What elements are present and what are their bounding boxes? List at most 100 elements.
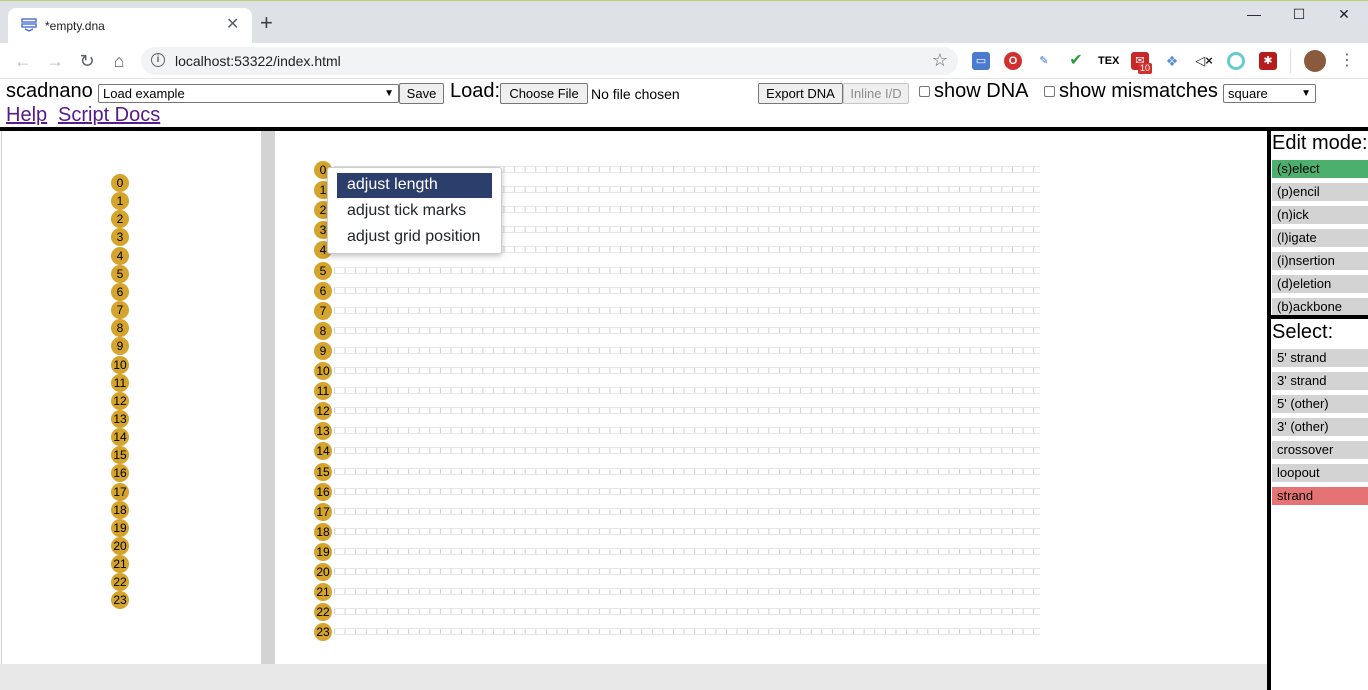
- home-icon[interactable]: ⌂: [108, 50, 130, 72]
- extension-mute-icon[interactable]: ◁×: [1195, 52, 1213, 70]
- window-close-button[interactable]: ✕: [1324, 6, 1364, 28]
- main-helix-circle[interactable]: 22: [314, 603, 332, 622]
- new-tab-button[interactable]: +: [260, 12, 273, 34]
- profile-avatar[interactable]: [1304, 50, 1326, 72]
- bookmark-star-icon[interactable]: ☆: [932, 50, 948, 71]
- main-helix-circle[interactable]: 14: [314, 442, 332, 461]
- edit-mode-s-elect-button[interactable]: (s)elect: [1272, 160, 1368, 178]
- main-helix-circle[interactable]: 19: [314, 542, 332, 561]
- grid-select[interactable]: square ▼: [1223, 84, 1316, 103]
- edit-mode-b-ackbone-button[interactable]: (b)ackbone: [1272, 298, 1368, 316]
- main-helix-line[interactable]: [334, 326, 1040, 334]
- side-helix-circle[interactable]: 7: [111, 301, 129, 320]
- info-icon[interactable]: i: [151, 53, 165, 67]
- main-helix-circle[interactable]: 8: [314, 321, 332, 340]
- side-helix-circle[interactable]: 21: [111, 555, 129, 574]
- main-helix-circle[interactable]: 16: [314, 482, 332, 501]
- extension-red-icon[interactable]: ✱: [1259, 52, 1277, 70]
- side-helix-circle[interactable]: 4: [111, 246, 129, 265]
- main-helix-line[interactable]: [334, 447, 1040, 455]
- side-helix-circle[interactable]: 22: [111, 573, 129, 592]
- side-view-pane[interactable]: [1, 131, 261, 664]
- show-mismatches-checkbox[interactable]: [1044, 86, 1055, 97]
- main-helix-line[interactable]: [334, 427, 1040, 435]
- main-helix-line[interactable]: [334, 266, 1040, 274]
- ctx-adjust-tick-marks[interactable]: adjust tick marks: [337, 199, 492, 224]
- extension-opera-icon[interactable]: O: [1004, 52, 1022, 70]
- browser-tab[interactable]: *empty.dna ✕: [8, 8, 252, 44]
- side-helix-circle[interactable]: 10: [111, 355, 129, 374]
- select-loopout-button[interactable]: loopout: [1272, 464, 1368, 482]
- side-helix-circle[interactable]: 5: [111, 264, 129, 283]
- extension-dropbox-icon[interactable]: ❖: [1163, 52, 1181, 70]
- main-helix-line[interactable]: [334, 407, 1040, 415]
- select-crossover-button[interactable]: crossover: [1272, 441, 1368, 459]
- pane-divider[interactable]: [261, 131, 275, 664]
- select-3-other-button[interactable]: 3' (other): [1272, 418, 1368, 436]
- side-helix-circle[interactable]: 16: [111, 464, 129, 483]
- side-helix-circle[interactable]: 17: [111, 482, 129, 501]
- main-helix-circle[interactable]: 9: [314, 341, 332, 360]
- forward-icon[interactable]: →: [44, 50, 66, 72]
- side-helix-circle[interactable]: 19: [111, 518, 129, 537]
- minimize-button[interactable]: —: [1234, 6, 1274, 28]
- main-helix-circle[interactable]: 11: [314, 382, 332, 401]
- main-helix-circle[interactable]: 20: [314, 563, 332, 581]
- main-helix-circle[interactable]: 23: [314, 623, 332, 642]
- reload-icon[interactable]: ↻: [76, 50, 98, 72]
- main-helix-line[interactable]: [334, 527, 1040, 535]
- edit-mode-p-encil-button[interactable]: (p)encil: [1272, 183, 1368, 201]
- inline-id-button[interactable]: Inline I/D: [843, 83, 909, 104]
- back-icon[interactable]: ←: [12, 50, 34, 72]
- main-helix-circle[interactable]: 10: [314, 362, 332, 380]
- main-helix-line[interactable]: [334, 507, 1040, 515]
- side-helix-circle[interactable]: 12: [111, 391, 129, 410]
- main-helix-circle[interactable]: 13: [314, 422, 332, 441]
- ctx-adjust-length[interactable]: adjust length: [337, 173, 492, 198]
- main-helix-circle[interactable]: 15: [314, 462, 332, 481]
- edit-mode-n-ick-button[interactable]: (n)ick: [1272, 206, 1368, 224]
- address-bar[interactable]: i localhost:53322/index.html ☆: [141, 47, 958, 75]
- help-link[interactable]: Help: [6, 104, 47, 127]
- ctx-adjust-grid-position[interactable]: adjust grid position: [337, 225, 492, 250]
- main-helix-line[interactable]: [334, 487, 1040, 495]
- edit-mode-l-igate-button[interactable]: (l)igate: [1272, 229, 1368, 247]
- edit-mode-d-eletion-button[interactable]: (d)eletion: [1272, 275, 1368, 293]
- main-helix-line[interactable]: [334, 387, 1040, 395]
- main-helix-line[interactable]: [334, 568, 1040, 575]
- main-helix-line[interactable]: [334, 628, 1040, 636]
- main-helix-line[interactable]: [334, 467, 1040, 475]
- extension-circle-icon[interactable]: [1227, 52, 1245, 70]
- extension-translate-icon[interactable]: ▭: [972, 52, 990, 70]
- main-helix-circle[interactable]: 17: [314, 502, 332, 521]
- main-helix-circle[interactable]: 18: [314, 522, 332, 541]
- side-helix-circle[interactable]: 6: [111, 282, 129, 301]
- edit-mode-i-nsertion-button[interactable]: (i)nsertion: [1272, 252, 1368, 270]
- side-helix-circle[interactable]: 14: [111, 428, 129, 447]
- main-helix-line[interactable]: [334, 306, 1040, 314]
- side-helix-circle[interactable]: 15: [111, 446, 129, 465]
- main-helix-line[interactable]: [334, 286, 1040, 294]
- main-helix-line[interactable]: [334, 346, 1040, 354]
- side-helix-circle[interactable]: 18: [111, 500, 129, 519]
- main-helix-circle[interactable]: 6: [314, 281, 332, 300]
- show-dna-checkbox[interactable]: [919, 86, 930, 97]
- select-3-strand-button[interactable]: 3' strand: [1272, 372, 1368, 390]
- side-helix-circle[interactable]: 20: [111, 537, 129, 555]
- script-docs-link[interactable]: Script Docs: [58, 104, 160, 127]
- extension-check-icon[interactable]: ✔: [1067, 52, 1085, 70]
- main-helix-line[interactable]: [334, 367, 1040, 374]
- chrome-menu-icon[interactable]: ⋮: [1336, 50, 1358, 72]
- side-helix-circle[interactable]: 0: [111, 174, 129, 192]
- load-example-select[interactable]: Load example ▼: [98, 84, 399, 103]
- main-helix-circle[interactable]: 21: [314, 583, 332, 602]
- side-helix-circle[interactable]: 23: [111, 591, 129, 610]
- side-helix-circle[interactable]: 11: [111, 373, 129, 392]
- extension-pen-icon[interactable]: ✎: [1035, 52, 1053, 70]
- main-helix-line[interactable]: [334, 588, 1040, 596]
- main-helix-circle[interactable]: 5: [314, 261, 332, 280]
- main-helix-circle[interactable]: 7: [314, 301, 332, 320]
- main-helix-line[interactable]: [334, 547, 1040, 555]
- side-helix-circle[interactable]: 13: [111, 409, 129, 428]
- extension-tex-icon[interactable]: TEX: [1098, 52, 1119, 70]
